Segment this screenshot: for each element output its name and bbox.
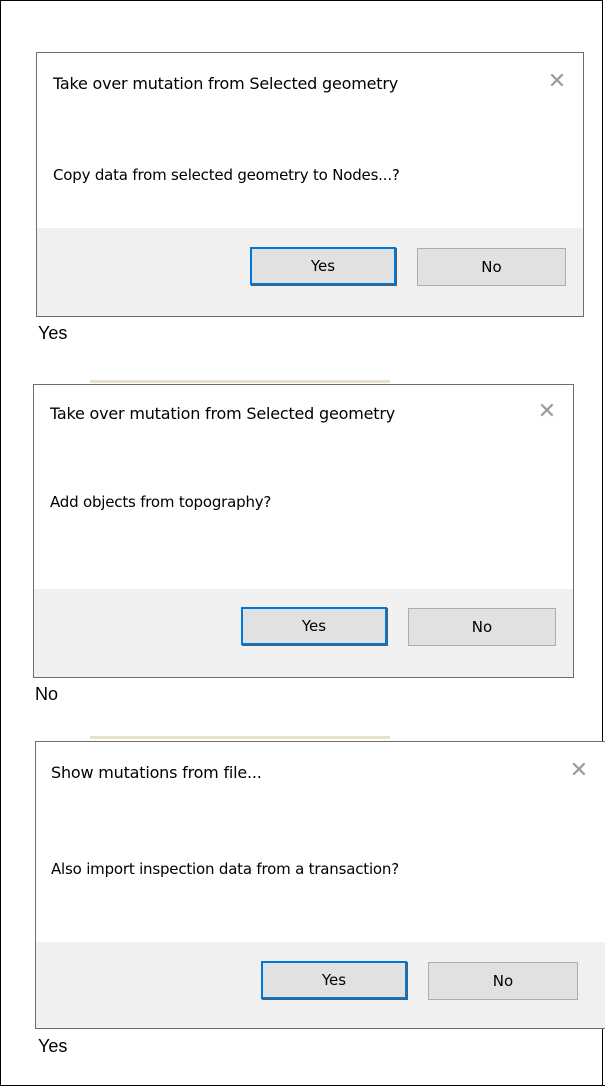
dialog-button-bar: Yes No — [37, 228, 583, 316]
dialog-message: Also import inspection data from a trans… — [51, 860, 399, 878]
no-button[interactable]: No — [408, 608, 556, 646]
no-button[interactable]: No — [417, 248, 566, 286]
no-button-label: No — [471, 618, 493, 636]
dialog-title: Take over mutation from Selected geometr… — [50, 404, 395, 423]
dialog-message: Add objects from topography? — [50, 493, 272, 511]
yes-button[interactable]: Yes — [250, 247, 396, 285]
close-icon[interactable]: ✕ — [566, 758, 592, 784]
outer-frame-bottom-edge — [0, 1085, 605, 1086]
dialog-message: Copy data from selected geometry to Node… — [53, 166, 400, 184]
dialog-3-caption: Yes — [38, 1036, 68, 1056]
yes-button-label: Yes — [301, 617, 327, 635]
close-icon[interactable]: ✕ — [534, 399, 560, 425]
dialog-2-caption: No — [35, 684, 59, 704]
dialog-button-bar: Yes No — [34, 589, 573, 677]
background-bleed — [90, 380, 390, 383]
yes-button[interactable]: Yes — [241, 607, 387, 645]
dialog-title: Show mutations from file... — [51, 763, 262, 782]
dialog-button-bar: Yes No — [36, 942, 605, 1028]
yes-button[interactable]: Yes — [261, 961, 407, 999]
no-button[interactable]: No — [428, 962, 578, 1000]
no-button-label: No — [492, 972, 514, 990]
yes-button-label: Yes — [321, 971, 347, 989]
background-bleed — [90, 736, 390, 739]
dialog-show-mutations: Show mutations from file... ✕ Also impor… — [35, 741, 605, 1029]
no-button-label: No — [481, 258, 502, 276]
dialog-add-objects: Take over mutation from Selected geometr… — [33, 384, 574, 678]
dialog-title: Take over mutation from Selected geometr… — [53, 74, 398, 93]
dialog-1-caption: Yes — [38, 323, 68, 343]
close-icon[interactable]: ✕ — [544, 69, 570, 95]
dialog-copy-data: Take over mutation from Selected geometr… — [36, 52, 584, 317]
yes-button-label: Yes — [310, 257, 336, 275]
